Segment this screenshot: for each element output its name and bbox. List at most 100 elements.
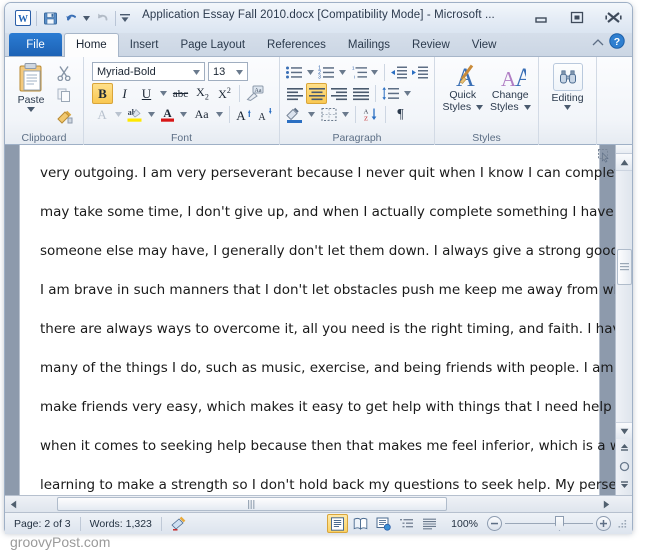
minimize-ribbon-icon[interactable] <box>592 35 604 53</box>
tab-insert[interactable]: Insert <box>119 34 170 56</box>
resize-grip[interactable] <box>616 518 628 530</box>
next-page-icon[interactable] <box>616 475 632 493</box>
tab-page-layout[interactable]: Page Layout <box>169 34 256 56</box>
font-name-combo[interactable]: Myriad-Bold <box>92 62 205 81</box>
scroll-up-icon[interactable] <box>616 154 632 171</box>
vertical-scrollbar[interactable] <box>615 145 632 495</box>
change-case-dropdown-icon[interactable] <box>214 104 225 125</box>
decrease-indent-icon[interactable] <box>389 62 409 83</box>
outline-icon[interactable] <box>396 514 417 533</box>
line-spacing-dropdown-icon[interactable] <box>402 83 413 104</box>
zoom-level[interactable]: 100% <box>442 518 485 530</box>
borders-icon[interactable] <box>318 104 339 125</box>
align-center-icon[interactable] <box>306 83 327 104</box>
superscript-button[interactable]: X2 <box>214 83 235 104</box>
proofing-errors-icon[interactable] <box>162 513 197 535</box>
change-case-button[interactable]: Aa <box>190 104 213 125</box>
copy-icon[interactable] <box>53 85 75 105</box>
save-icon[interactable] <box>40 8 60 28</box>
tab-review[interactable]: Review <box>401 34 461 56</box>
zoom-out-icon[interactable] <box>487 516 502 531</box>
font-size-dropdown-icon[interactable] <box>236 70 243 75</box>
scroll-right-icon[interactable] <box>598 496 615 512</box>
underline-dropdown-icon[interactable] <box>158 83 169 104</box>
minimize-icon[interactable] <box>528 8 554 27</box>
horizontal-scrollbar-thumb[interactable] <box>57 497 447 511</box>
font-size-combo[interactable]: 13 <box>208 62 248 81</box>
clear-formatting-icon[interactable]: Aa <box>244 83 265 104</box>
zoom-track[interactable] <box>505 516 593 531</box>
change-styles-dropdown-icon[interactable] <box>523 104 531 110</box>
shrink-font-button[interactable]: A <box>255 104 275 125</box>
numbering-dropdown-icon[interactable] <box>337 62 347 83</box>
bullets-icon[interactable] <box>284 62 304 83</box>
text-effects-button[interactable]: A <box>92 104 112 125</box>
multilevel-list-icon[interactable]: 1 i <box>349 62 369 83</box>
scroll-down-icon[interactable] <box>616 422 632 439</box>
zoom-slider-thumb[interactable] <box>555 516 564 531</box>
increase-indent-icon[interactable] <box>410 62 430 83</box>
text-highlight-button[interactable]: ab <box>125 104 145 125</box>
full-screen-reading-icon[interactable] <box>350 514 371 533</box>
redo-icon[interactable] <box>92 8 112 28</box>
shading-icon[interactable] <box>284 104 305 125</box>
word-icon[interactable]: W <box>13 8 33 28</box>
editing-dropdown-icon[interactable] <box>564 104 571 110</box>
align-right-icon[interactable] <box>328 83 349 104</box>
grow-font-button[interactable]: A <box>234 104 254 125</box>
print-layout-icon[interactable] <box>327 514 349 533</box>
sort-icon[interactable]: A Z <box>360 104 381 125</box>
word-count[interactable]: Words: 1,323 <box>81 513 161 535</box>
document-page[interactable]: very outgoing. I am very perseverant bec… <box>19 145 632 495</box>
format-painter-icon[interactable] <box>53 107 75 127</box>
draft-icon[interactable] <box>419 514 440 533</box>
help-icon[interactable]: ? <box>609 33 625 54</box>
undo-icon[interactable] <box>61 8 81 28</box>
bullets-dropdown-icon[interactable] <box>305 62 315 83</box>
font-color-dropdown-icon[interactable] <box>179 104 190 125</box>
tab-mailings[interactable]: Mailings <box>337 34 401 56</box>
editing-button[interactable]: Editing <box>543 60 592 130</box>
tab-file[interactable]: File <box>9 33 62 56</box>
select-object-icon[interactable] <box>597 148 612 163</box>
horizontal-scrollbar[interactable] <box>5 495 632 512</box>
bold-button[interactable]: B <box>92 83 113 104</box>
split-window-handle[interactable] <box>616 145 632 154</box>
tab-references[interactable]: References <box>256 34 337 56</box>
shading-dropdown-icon[interactable] <box>306 104 317 125</box>
justify-icon[interactable] <box>350 83 371 104</box>
highlight-dropdown-icon[interactable] <box>146 104 157 125</box>
tab-view[interactable]: View <box>461 34 508 56</box>
customize-qat-icon[interactable] <box>119 8 131 28</box>
select-browse-object-icon[interactable] <box>616 457 632 475</box>
vertical-scrollbar-thumb[interactable] <box>617 249 632 285</box>
borders-dropdown-icon[interactable] <box>340 104 351 125</box>
web-layout-icon[interactable] <box>373 514 394 533</box>
paste-button[interactable]: Paste <box>9 60 53 130</box>
scroll-left-icon[interactable] <box>5 496 22 512</box>
text-effects-dropdown-icon[interactable] <box>113 104 124 125</box>
show-paragraph-marks-icon[interactable]: ¶ <box>390 104 411 125</box>
italic-button[interactable]: I <box>114 83 135 104</box>
close-icon[interactable] <box>600 8 626 27</box>
font-name-dropdown-icon[interactable] <box>193 70 200 75</box>
page-indicator[interactable]: Page: 2 of 3 <box>5 513 80 535</box>
zoom-slider[interactable] <box>487 514 611 533</box>
quick-styles-button[interactable]: A Quick Styles <box>439 61 487 130</box>
cut-icon[interactable] <box>53 63 75 83</box>
font-color-button[interactable]: A <box>157 104 177 125</box>
underline-button[interactable]: U <box>136 83 157 104</box>
zoom-in-icon[interactable] <box>596 516 611 531</box>
undo-dropdown-icon[interactable] <box>82 8 91 28</box>
align-left-icon[interactable] <box>284 83 305 104</box>
tab-home[interactable]: Home <box>64 33 119 57</box>
line-spacing-icon[interactable] <box>380 83 401 104</box>
multilevel-dropdown-icon[interactable] <box>370 62 380 83</box>
previous-page-icon[interactable] <box>616 439 632 457</box>
numbering-icon[interactable]: 1 2 3 <box>316 62 336 83</box>
change-styles-button[interactable]: A A Change Styles <box>487 61 535 130</box>
quick-styles-dropdown-icon[interactable] <box>476 104 483 110</box>
document-text[interactable]: very outgoing. I am very perseverant bec… <box>40 154 632 495</box>
restore-icon[interactable] <box>564 8 590 27</box>
strikethrough-button[interactable]: abc <box>170 83 191 104</box>
